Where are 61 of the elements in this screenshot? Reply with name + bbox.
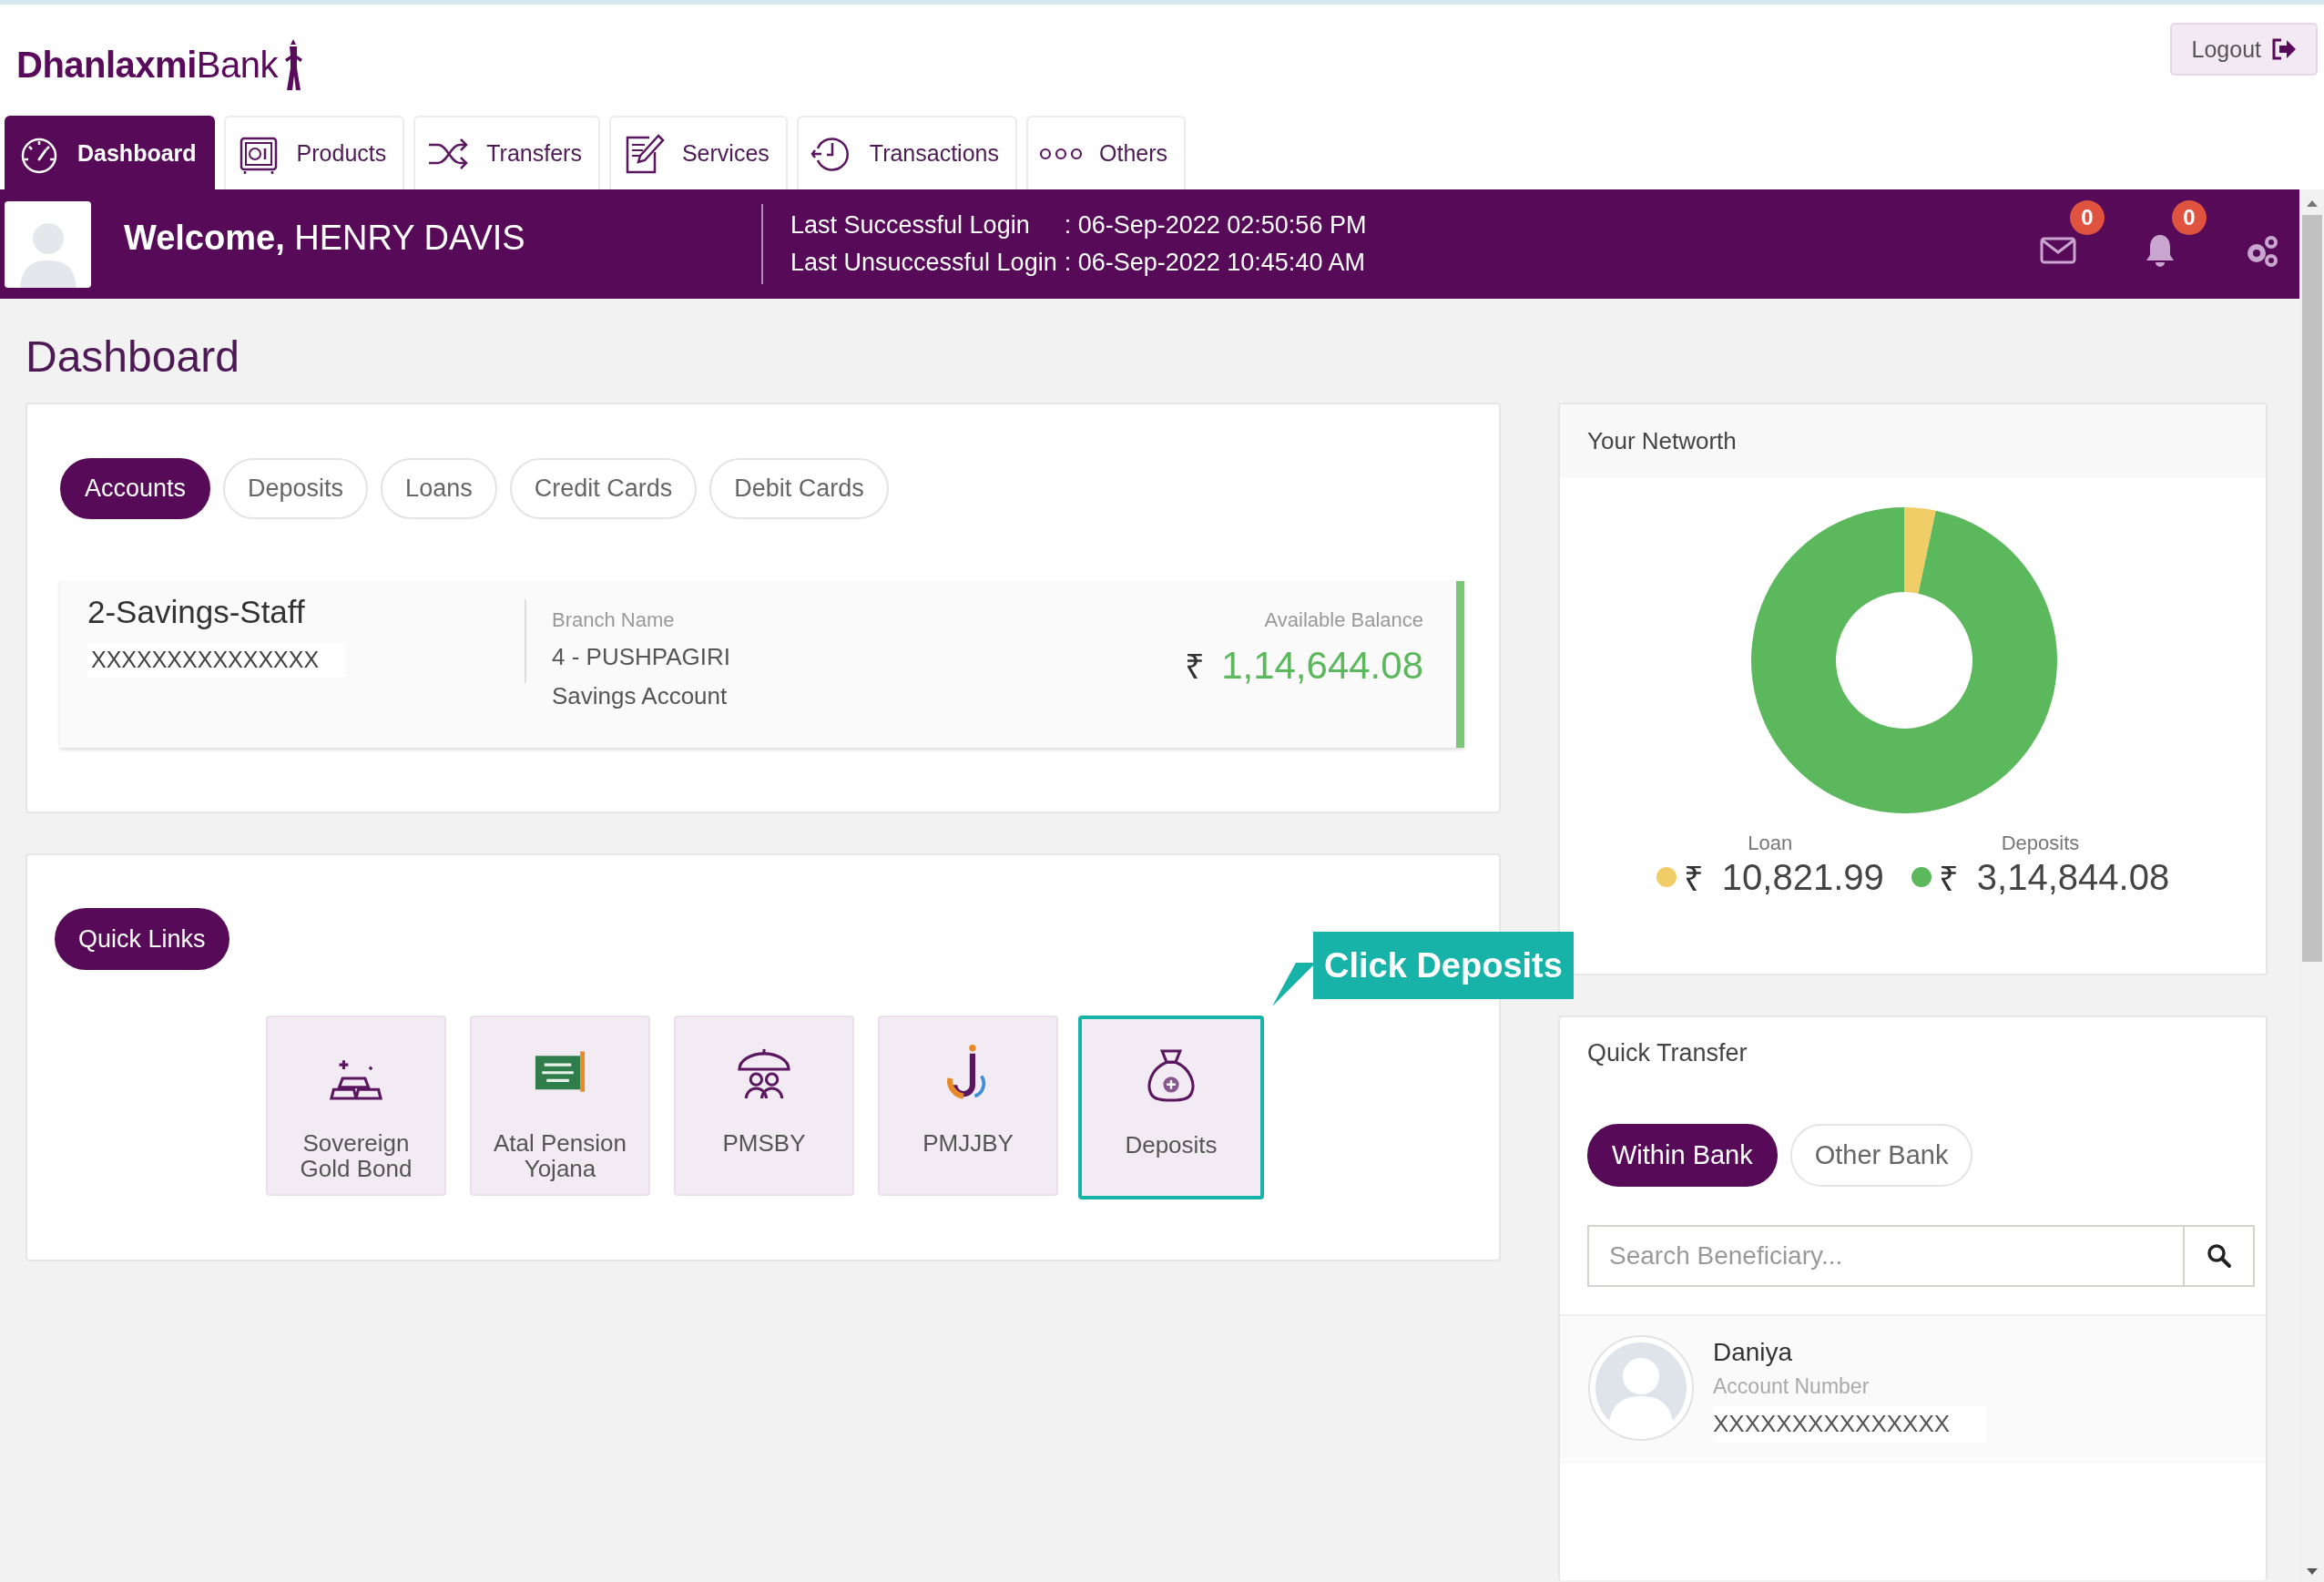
currency-symbol: ₹ [1938,859,1959,900]
card-title: Quick Transfer [1586,1038,1748,1067]
count-badge: 0 [2172,200,2207,235]
nav-tab[interactable]: Products [223,116,405,189]
currency-symbol: ₹ [1185,647,1206,688]
balance-label: Available Balance [1263,608,1423,632]
currency-symbol: ₹ [1683,859,1704,900]
account-number: XXXXXXXXXXXXXXX [1713,1406,1987,1442]
tab[interactable]: Debit Cards [709,458,889,519]
scrollbar-thumb[interactable] [2301,215,2322,962]
branch-label: Branch Name [552,608,676,632]
person-avatar-icon [1587,1334,1695,1442]
logout-button[interactable]: Logout [2169,23,2318,76]
tab[interactable]: Other Bank [1789,1124,1973,1187]
tab[interactable]: Credit Cards [509,458,698,519]
quick-link-tile[interactable]: Sovereign Gold Bond [266,1016,446,1196]
login-label: Last Successful Login [790,211,1031,240]
legend-label: Deposits [2001,833,2080,853]
tab[interactable]: Loans [381,458,497,519]
beneficiary-item[interactable]: Daniya Account Number XXXXXXXXXXXXXXX [1560,1314,2266,1464]
account-type: Savings Account [552,682,729,710]
search-icon [2206,1243,2232,1269]
tab[interactable]: Accounts [60,458,211,519]
nav-tab[interactable]: Transactions [796,116,1017,189]
search-field[interactable]: Search Beneficiary... [1587,1225,2183,1287]
quick-link-tile[interactable]: PMJJBY [878,1016,1058,1196]
page-title: Dashboard [25,332,240,383]
branch-name: 4 - PUSHPAGIRI [552,643,730,671]
tab[interactable]: Deposits [223,458,369,519]
quick-link-tile[interactable]: Atal Pension Yojana [470,1016,650,1196]
quick-link-tile[interactable]: PMSBY [674,1016,854,1196]
bank-logo: DhanlaxmiBank [16,46,278,87]
logout-icon [2270,37,2298,61]
nav-tab[interactable]: Services [608,116,788,189]
scroll-up-icon [2305,199,2319,208]
nav-tab[interactable]: Others [1026,116,1186,189]
account-card[interactable]: 2-Savings-Staff XXXXXXXXXXXXXXX Branch Name 4 - PUSHPAGIRI Savings Account Available Balance ₹ 1,14,644.08 [60,581,1464,748]
scrollbar[interactable] [2299,189,2324,1582]
count-badge: 0 [2070,200,2105,235]
legend-label: Loan [1748,833,1793,853]
section-label: Quick Links [55,908,229,970]
welcome-text: Welcome, HENRY DAVIS [124,218,526,258]
search-button[interactable] [2183,1225,2255,1287]
account-number-label: Account Number [1713,1374,1870,1399]
account-name: 2-Savings-Staff [87,594,306,630]
nav-tab[interactable]: Dashboard [5,116,215,189]
account-number: XXXXXXXXXXXXXXX [87,643,347,677]
card-title: Your Networth [1587,427,1737,455]
nav-tab[interactable]: Transfers [413,116,600,189]
tab[interactable]: Within Bank [1587,1124,1778,1187]
legend-amount: 10,821.99 [1721,856,1884,898]
callout-pointer [1272,963,1316,1006]
legend-amount: 3,14,844.08 [1976,856,2170,898]
dots-icon [1039,147,1083,160]
login-label: Last Unsuccessful Login [790,249,1057,277]
balance-amount: 1,14,644.08 [1221,644,1423,688]
scroll-down-icon [2305,1567,2319,1577]
quick-link-tile[interactable]: Deposits [1078,1016,1264,1199]
login-time: : 06-Sep-2022 10:45:40 AM [1064,249,1366,277]
login-time: : 06-Sep-2022 02:50:56 PM [1064,211,1367,240]
beneficiary-name: Daniya [1713,1338,1794,1367]
